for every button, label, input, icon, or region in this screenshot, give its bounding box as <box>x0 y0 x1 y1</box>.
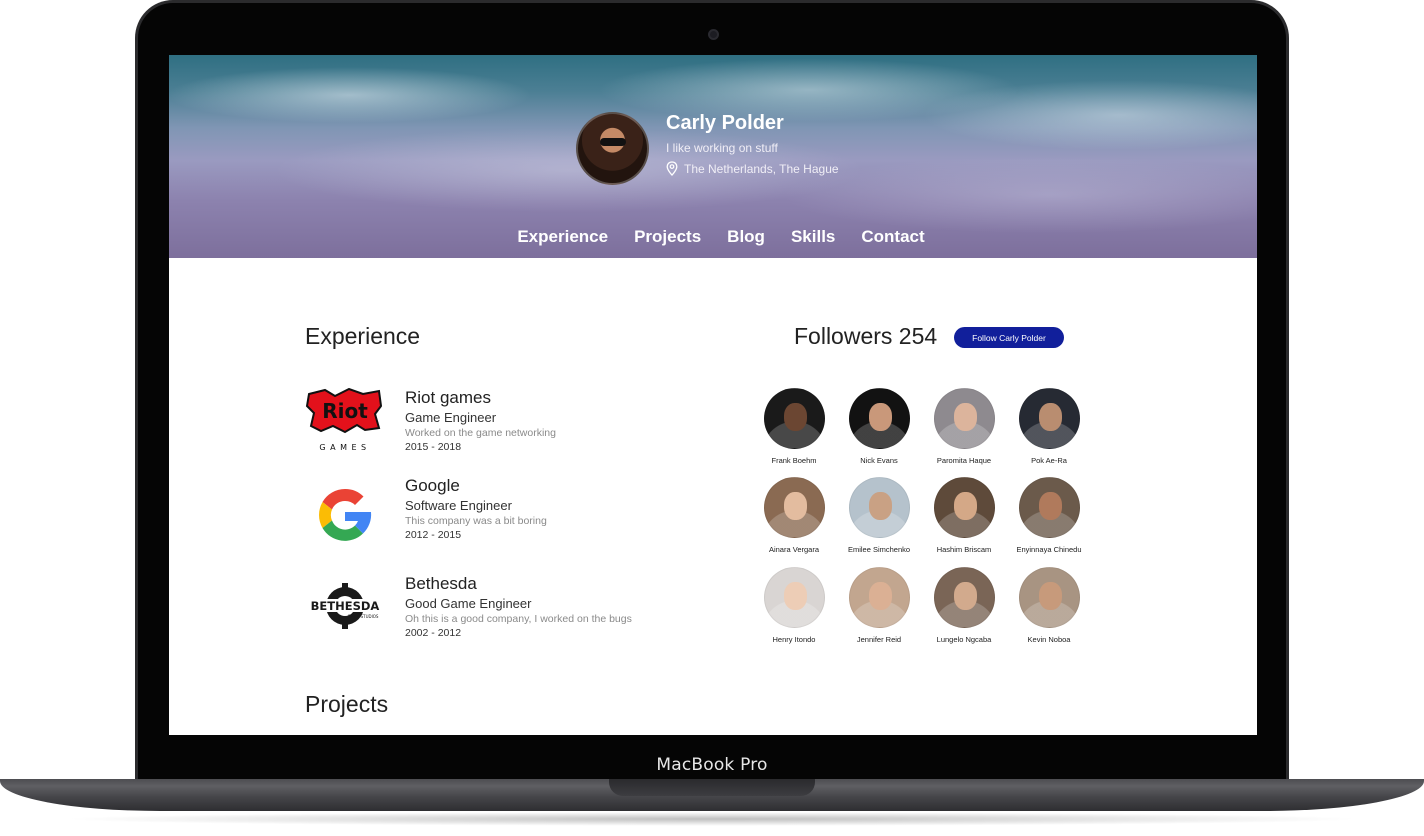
follower-avatar[interactable] <box>1018 567 1080 628</box>
follower-avatar[interactable] <box>763 477 825 538</box>
follower-item[interactable]: Emilee Simchenko <box>834 477 924 554</box>
laptop-notch <box>609 779 815 796</box>
experience-years: 2002 - 2012 <box>405 627 462 639</box>
bethesda-logo-text: BETHESDA <box>311 599 380 613</box>
follower-item[interactable]: Hashim Briscam <box>919 477 1009 554</box>
follower-item[interactable]: Nick Evans <box>834 388 924 465</box>
riot-logo-subtext: GAMES <box>319 443 370 452</box>
experience-company: Riot games <box>405 388 491 407</box>
experience-item-google: Google Software Engineer This company wa… <box>305 476 725 556</box>
profile-name: Carly Polder <box>666 112 784 134</box>
follower-name: Kevin Noboa <box>1027 635 1071 644</box>
experience-role: Game Engineer <box>405 410 497 425</box>
bethesda-logo: BETHESDA GAME STUDIOS <box>305 583 385 629</box>
nav-blog[interactable]: Blog <box>727 227 765 247</box>
follower-name: Enyinnaya Chinedu <box>1016 545 1082 554</box>
experience-title: Experience <box>305 323 421 349</box>
bethesda-logo-subtext: GAME STUDIOS <box>348 614 379 619</box>
follower-name: Ainara Vergara <box>768 545 820 554</box>
experience-years: 2012 - 2015 <box>405 529 462 541</box>
nav-skills[interactable]: Skills <box>791 227 835 247</box>
follower-avatar[interactable] <box>933 477 995 538</box>
follower-item[interactable]: Kevin Noboa <box>1004 567 1094 644</box>
experience-item-bethesda: BETHESDA GAME STUDIOS Bethesda Good Game… <box>305 574 725 654</box>
follower-avatar[interactable] <box>763 388 825 449</box>
follower-avatar[interactable] <box>848 567 910 628</box>
follower-avatar[interactable] <box>933 567 995 628</box>
camera-icon <box>708 29 719 40</box>
follower-name: Hashim Briscam <box>936 545 992 554</box>
follower-name: Jennifer Reid <box>856 635 902 644</box>
follow-button[interactable]: Follow Carly Polder <box>954 327 1064 348</box>
riot-logo-text: Riot <box>322 399 368 423</box>
follower-item[interactable]: Enyinnaya Chinedu <box>1004 477 1094 554</box>
experience-company: Google <box>405 476 460 495</box>
screen: Carly Polder I like working on stuff The… <box>169 55 1257 735</box>
location-pin-icon <box>666 161 678 176</box>
follower-avatar[interactable] <box>763 567 825 628</box>
follower-item[interactable]: Frank Boehm <box>749 388 839 465</box>
follower-item[interactable]: Henry Itondo <box>749 567 839 644</box>
google-logo <box>319 488 372 541</box>
follower-item[interactable]: Paromita Haque <box>919 388 1009 465</box>
follower-avatar[interactable] <box>933 388 995 449</box>
experience-description: Worked on the game networking <box>405 427 556 439</box>
follower-name: Paromita Haque <box>936 456 992 465</box>
profile-location: The Netherlands, The Hague <box>666 161 839 176</box>
follower-avatar[interactable] <box>848 477 910 538</box>
experience-company: Bethesda <box>405 574 477 593</box>
nav-projects[interactable]: Projects <box>634 227 701 247</box>
experience-role: Software Engineer <box>405 498 512 513</box>
device-label: MacBook Pro <box>656 755 768 775</box>
follower-avatar[interactable] <box>1018 477 1080 538</box>
follower-avatar[interactable] <box>848 388 910 449</box>
follower-avatar[interactable] <box>1018 388 1080 449</box>
follower-name: Nick Evans <box>860 456 898 465</box>
experience-description: This company was a bit boring <box>405 515 547 527</box>
follower-item[interactable]: Jennifer Reid <box>834 567 924 644</box>
main-nav: Experience Projects Blog Skills Contact <box>169 227 1257 247</box>
follower-name: Frank Boehm <box>771 456 817 465</box>
follower-name: Lungelo Ngcaba <box>936 635 992 644</box>
profile-location-text: The Netherlands, The Hague <box>684 161 839 176</box>
projects-title: Projects <box>305 691 389 717</box>
experience-years: 2015 - 2018 <box>405 441 462 453</box>
experience-item-riot: Riot GAMES Riot games Game Engineer Work… <box>305 388 725 468</box>
profile-header: Carly Polder I like working on stuff The… <box>169 55 1257 258</box>
nav-contact[interactable]: Contact <box>861 227 924 247</box>
follower-item[interactable]: Pok Ae-Ra <box>1004 388 1094 465</box>
laptop-shadow <box>60 812 1364 826</box>
profile-bio: I like working on stuff <box>666 141 778 155</box>
follower-item[interactable]: Lungelo Ngcaba <box>919 567 1009 644</box>
follower-name: Henry Itondo <box>772 635 816 644</box>
followers-title: Followers 254 <box>794 323 938 349</box>
experience-description: Oh this is a good company, I worked on t… <box>405 613 632 625</box>
experience-role: Good Game Engineer <box>405 596 532 611</box>
profile-avatar <box>576 112 649 185</box>
follower-name: Emilee Simchenko <box>847 545 911 554</box>
riot-games-logo: Riot GAMES <box>305 388 383 452</box>
follower-name: Pok Ae-Ra <box>1031 456 1067 465</box>
nav-experience[interactable]: Experience <box>517 227 608 247</box>
follower-item[interactable]: Ainara Vergara <box>749 477 839 554</box>
